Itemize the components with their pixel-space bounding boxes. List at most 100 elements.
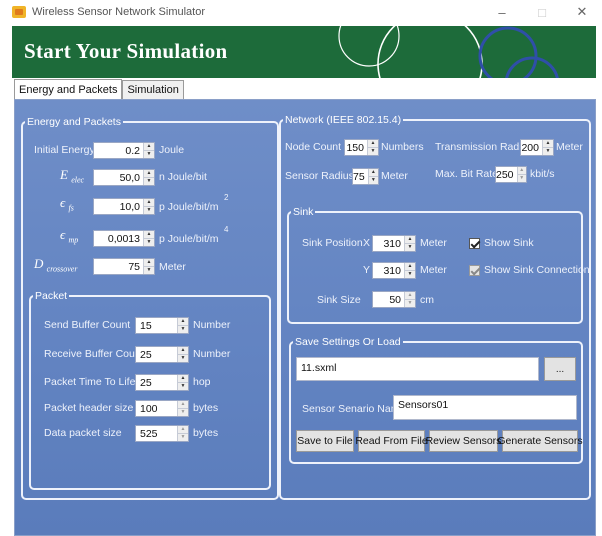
down-arrow-icon[interactable]: ▼ xyxy=(144,150,154,158)
up-arrow-icon[interactable]: ▲ xyxy=(405,263,415,270)
down-arrow-icon[interactable]: ▼ xyxy=(178,433,188,441)
up-arrow-icon[interactable]: ▲ xyxy=(405,292,415,299)
node-count-stepper[interactable]: 150 ▲ ▼ xyxy=(344,139,379,156)
up-arrow-icon[interactable]: ▲ xyxy=(144,170,154,177)
packet-group-legend: Packet xyxy=(35,290,68,302)
sink-position-label: Sink Position xyxy=(302,237,363,249)
title-bar: Wireless Sensor Network Simulator – □ ✕ xyxy=(0,0,602,24)
up-arrow-icon[interactable]: ▲ xyxy=(144,231,154,238)
down-arrow-icon[interactable]: ▼ xyxy=(405,270,415,278)
receive-buffer-stepper[interactable]: 25 ▲ ▼ xyxy=(135,346,189,363)
up-arrow-icon[interactable]: ▲ xyxy=(144,259,154,266)
e-elec-stepper[interactable]: 50,0 ▲ ▼ xyxy=(93,169,155,186)
down-arrow-icon[interactable]: ▼ xyxy=(543,147,553,155)
browse-button[interactable]: ... xyxy=(544,357,576,381)
up-arrow-icon[interactable]: ▲ xyxy=(178,318,188,325)
down-arrow-icon[interactable]: ▼ xyxy=(144,177,154,185)
sink-size-label: Sink Size xyxy=(317,294,361,306)
receive-buffer-label: Receive Buffer Count xyxy=(44,348,144,360)
up-arrow-icon[interactable]: ▲ xyxy=(144,199,154,206)
up-arrow-icon[interactable]: ▲ xyxy=(405,236,415,243)
window-title: Wireless Sensor Network Simulator xyxy=(32,6,205,18)
settings-file-field[interactable]: 11.sxml xyxy=(296,357,539,381)
down-arrow-icon[interactable]: ▼ xyxy=(405,299,415,307)
up-arrow-icon[interactable]: ▲ xyxy=(178,347,188,354)
d-crossover-label: D crossover xyxy=(34,256,78,274)
tx-radius-value: 200 xyxy=(521,141,539,154)
down-arrow-icon[interactable]: ▼ xyxy=(405,243,415,251)
sink-x-value: 310 xyxy=(383,237,401,250)
send-buffer-stepper[interactable]: 15 ▲ ▼ xyxy=(135,317,189,334)
bit-rate-label: Max. Bit Rate xyxy=(435,168,499,180)
maximize-button[interactable]: □ xyxy=(522,0,562,24)
d-crossover-stepper[interactable]: 75 ▲ ▼ xyxy=(93,258,155,275)
energy-group-legend: Energy and Packets xyxy=(27,116,121,128)
close-button[interactable]: ✕ xyxy=(562,0,602,24)
sink-x-stepper[interactable]: 310 ▲ ▼ xyxy=(372,235,416,252)
initial-energy-stepper[interactable]: 0.2 ▲ ▼ xyxy=(93,142,155,159)
sensor-radius-stepper[interactable]: 75 ▲ ▼ xyxy=(352,168,379,185)
up-arrow-icon[interactable]: ▲ xyxy=(517,167,526,174)
review-sensors-button[interactable]: Review Sensors xyxy=(426,430,501,452)
send-buffer-unit: Number xyxy=(193,319,231,331)
up-arrow-icon[interactable]: ▲ xyxy=(144,143,154,150)
sensor-radius-unit: Meter xyxy=(381,170,408,182)
up-arrow-icon[interactable]: ▲ xyxy=(178,375,188,382)
tab-energy-and-packets[interactable]: Energy and Packets xyxy=(14,79,123,99)
up-arrow-icon[interactable]: ▲ xyxy=(178,401,188,408)
show-sink-label: Show Sink xyxy=(484,237,534,249)
up-arrow-icon[interactable]: ▲ xyxy=(368,169,378,176)
show-sink-checkbox[interactable]: Show Sink xyxy=(469,237,534,249)
tx-radius-unit: Meter xyxy=(556,141,583,153)
down-arrow-icon[interactable]: ▼ xyxy=(178,325,188,333)
tab-simulation[interactable]: Simulation xyxy=(122,80,184,99)
e-fs-label: ϵ fs xyxy=(60,195,74,213)
sink-size-stepper[interactable]: 50 ▲ ▼ xyxy=(372,291,416,308)
bit-rate-stepper[interactable]: 250 ▲ ▼ xyxy=(495,166,527,183)
ttl-stepper[interactable]: 25 ▲ ▼ xyxy=(135,374,189,391)
e-fs-unit: p Joule/bit/m xyxy=(159,201,219,213)
down-arrow-icon[interactable]: ▼ xyxy=(178,382,188,390)
scenario-name-label: Sensor Senario Name xyxy=(302,403,406,415)
save-to-file-button[interactable]: Save to File xyxy=(296,430,354,452)
node-count-value: 150 xyxy=(346,141,364,154)
e-mp-stepper[interactable]: 0,0013 ▲ ▼ xyxy=(93,230,155,247)
send-buffer-value: 15 xyxy=(140,319,152,332)
sink-y-stepper[interactable]: 310 ▲ ▼ xyxy=(372,262,416,279)
down-arrow-icon[interactable]: ▼ xyxy=(368,147,378,155)
sink-x-label: X xyxy=(363,237,371,249)
data-size-unit: bytes xyxy=(193,427,219,439)
tab-bar: Energy and Packets Simulation xyxy=(14,79,184,100)
up-arrow-icon[interactable]: ▲ xyxy=(178,426,188,433)
e-fs-exponent: 2 xyxy=(224,193,229,202)
down-arrow-icon[interactable]: ▼ xyxy=(178,408,188,416)
read-from-file-button[interactable]: Read From File xyxy=(355,430,428,452)
e-fs-stepper[interactable]: 10,0 ▲ ▼ xyxy=(93,198,155,215)
scenario-name-field[interactable]: Sensors01 xyxy=(393,395,577,420)
down-arrow-icon[interactable]: ▼ xyxy=(517,174,526,182)
show-sink-connection-label: Show Sink Connection xyxy=(484,264,590,276)
tx-radius-stepper[interactable]: 200 ▲ ▼ xyxy=(520,139,554,156)
data-size-stepper[interactable]: 525 ▲ ▼ xyxy=(135,425,189,442)
show-sink-connection-checkbox[interactable]: Show Sink Connection xyxy=(469,264,590,276)
bit-rate-value: 250 xyxy=(496,168,514,181)
down-arrow-icon[interactable]: ▼ xyxy=(144,266,154,274)
down-arrow-icon[interactable]: ▼ xyxy=(144,238,154,246)
sensor-radius-value: 75 xyxy=(353,170,365,183)
header-size-stepper[interactable]: 100 ▲ ▼ xyxy=(135,400,189,417)
sink-group-legend: Sink xyxy=(293,206,314,218)
down-arrow-icon[interactable]: ▼ xyxy=(178,354,188,362)
down-arrow-icon[interactable]: ▼ xyxy=(368,176,378,184)
sink-size-value: 50 xyxy=(389,293,401,306)
down-arrow-icon[interactable]: ▼ xyxy=(144,206,154,214)
checkbox-checked-icon xyxy=(469,237,480,249)
save-settings-legend: Save Settings Or Load xyxy=(295,336,401,348)
up-arrow-icon[interactable]: ▲ xyxy=(543,140,553,147)
up-arrow-icon[interactable]: ▲ xyxy=(368,140,378,147)
app-icon xyxy=(12,6,26,18)
banner-title: Start Your Simulation xyxy=(24,39,228,63)
e-mp-unit: p Joule/bit/m xyxy=(159,233,219,245)
generate-sensors-button[interactable]: Generate Sensors xyxy=(497,430,583,452)
receive-buffer-unit: Number xyxy=(193,348,231,360)
minimize-button[interactable]: – xyxy=(482,0,522,24)
